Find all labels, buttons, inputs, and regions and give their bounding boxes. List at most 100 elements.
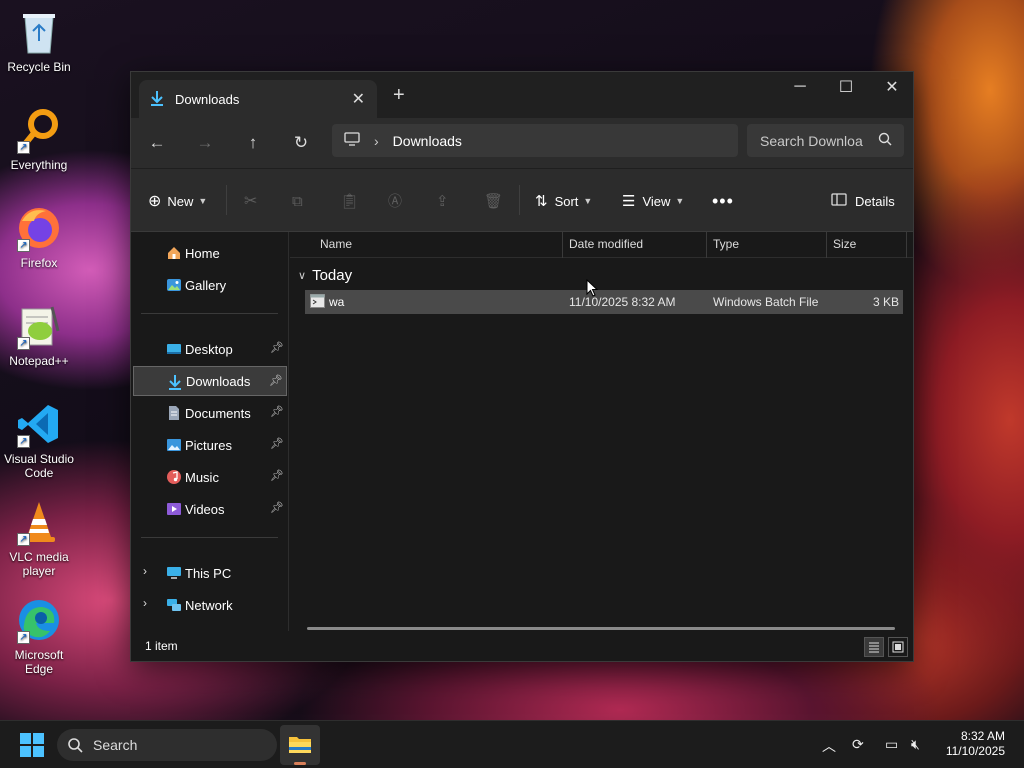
taskbar-search[interactable]: Search bbox=[57, 729, 277, 761]
copy-icon[interactable]: ⧉ bbox=[292, 189, 303, 213]
network-status-icon[interactable]: ▭ bbox=[885, 736, 898, 753]
desktop-icon bbox=[166, 341, 182, 357]
column-divider[interactable] bbox=[706, 232, 707, 258]
horizontal-scrollbar[interactable] bbox=[307, 627, 895, 630]
nav-item-network[interactable]: › Network bbox=[133, 590, 287, 620]
title-bar[interactable]: Downloads ✕ + ─ ☐ ✕ bbox=[131, 72, 913, 118]
sync-icon[interactable]: ⟳ bbox=[852, 736, 864, 753]
column-date-modified[interactable]: Date modified bbox=[569, 237, 643, 251]
new-tab-button[interactable]: + bbox=[393, 84, 405, 107]
pictures-icon bbox=[166, 437, 182, 453]
item-count: 1 item bbox=[145, 639, 178, 653]
paste-icon[interactable]: 📋︎ bbox=[340, 189, 359, 213]
windows-start-icon[interactable] bbox=[20, 733, 44, 760]
pin-icon[interactable]: 📌︎ bbox=[270, 405, 284, 418]
nav-item-music[interactable]: Music 📌︎ bbox=[133, 462, 287, 492]
desktop-shortcut-vscode[interactable]: ↗ Visual Studio Code bbox=[0, 400, 78, 480]
nav-item-label: This PC bbox=[185, 565, 232, 581]
nav-item-gallery[interactable]: Gallery bbox=[133, 270, 287, 300]
edge-icon: ↗ bbox=[15, 596, 63, 644]
home-icon bbox=[166, 245, 182, 261]
cut-icon[interactable]: ✂ bbox=[244, 189, 257, 213]
sort-icon: ⇅ bbox=[535, 193, 548, 210]
delete-icon[interactable]: 🗑︎ bbox=[484, 189, 503, 213]
details-button[interactable]: Details bbox=[831, 189, 895, 213]
address-bar[interactable]: › Downloads bbox=[332, 124, 738, 157]
pin-icon[interactable]: 📌︎ bbox=[270, 501, 284, 514]
command-bar: ⊕ New ▼ ✂ ⧉ 📋︎ Ⓐ ⇪ 🗑︎ ⇅ Sort ▼ ☰ View ▼ … bbox=[131, 168, 913, 232]
status-bar: 1 item bbox=[131, 631, 913, 661]
desktop-shortcut-everything[interactable]: ↗ Everything bbox=[0, 106, 78, 172]
rename-icon[interactable]: Ⓐ bbox=[388, 189, 402, 213]
up-button[interactable]: ↑ bbox=[239, 130, 267, 156]
desktop-shortcut-vlc[interactable]: ↗ VLC media player bbox=[0, 498, 78, 578]
gallery-icon bbox=[166, 277, 182, 293]
vscode-icon: ↗ bbox=[15, 400, 63, 448]
more-options-icon[interactable]: ••• bbox=[712, 189, 734, 213]
nav-item-downloads[interactable]: Downloads 📌︎ bbox=[133, 366, 287, 396]
minimize-button[interactable]: ─ bbox=[777, 72, 823, 102]
pin-icon[interactable]: 📌︎ bbox=[270, 341, 284, 354]
view-button[interactable]: ☰ View ▼ bbox=[622, 189, 684, 213]
column-divider[interactable] bbox=[826, 232, 827, 258]
nav-item-desktop[interactable]: Desktop 📌︎ bbox=[133, 334, 287, 364]
sort-button[interactable]: ⇅ Sort ▼ bbox=[535, 189, 592, 213]
file-row[interactable]: wa 11/10/2025 8:32 AM Windows Batch File… bbox=[305, 290, 903, 314]
group-header-today[interactable]: ∨ Today bbox=[298, 267, 352, 284]
file-name: wa bbox=[329, 295, 345, 309]
chevron-right-icon[interactable]: › bbox=[143, 596, 147, 610]
maximize-button[interactable]: ☐ bbox=[823, 72, 869, 102]
column-divider[interactable] bbox=[562, 232, 563, 258]
desktop-icon-label: Recycle Bin bbox=[7, 60, 71, 74]
column-name[interactable]: Name bbox=[320, 237, 352, 251]
nav-item-this-pc[interactable]: › This PC bbox=[133, 558, 287, 588]
nav-item-documents[interactable]: Documents 📌︎ bbox=[133, 398, 287, 428]
active-indicator bbox=[294, 762, 306, 765]
file-size: 3 KB bbox=[872, 295, 899, 309]
new-button[interactable]: ⊕ New ▼ bbox=[148, 189, 207, 213]
desktop-shortcut-notepad-plus-plus[interactable]: ↗ Notepad++ bbox=[0, 302, 78, 368]
refresh-button[interactable]: ↻ bbox=[287, 130, 315, 156]
divider bbox=[519, 185, 520, 215]
column-divider[interactable] bbox=[906, 232, 907, 258]
speaker-muted-icon[interactable]: 🔇︎ bbox=[911, 736, 920, 753]
desktop-shortcut-edge[interactable]: ↗ Microsoft Edge bbox=[0, 596, 78, 676]
nav-item-home[interactable]: Home bbox=[133, 238, 287, 268]
column-header-row: Name Date modified Type Size bbox=[290, 232, 913, 258]
clock[interactable]: 8:32 AM 11/10/2025 bbox=[946, 729, 1005, 759]
nav-item-videos[interactable]: Videos 📌︎ bbox=[133, 494, 287, 524]
view-label: View bbox=[642, 193, 671, 209]
chevron-right-icon[interactable]: › bbox=[143, 564, 147, 578]
column-type[interactable]: Type bbox=[713, 237, 739, 251]
pin-icon[interactable]: 📌︎ bbox=[270, 469, 284, 482]
chevron-up-icon[interactable]: ︿ bbox=[822, 736, 836, 756]
close-window-button[interactable]: ✕ bbox=[869, 72, 915, 102]
nav-item-pictures[interactable]: Pictures 📌︎ bbox=[133, 430, 287, 460]
close-tab-icon[interactable]: ✕ bbox=[352, 89, 365, 109]
sort-label: Sort bbox=[554, 193, 579, 209]
desktop-icon-label: VLC media player bbox=[9, 550, 69, 578]
search-input[interactable]: Search Downloa bbox=[747, 124, 904, 157]
share-icon[interactable]: ⇪ bbox=[436, 189, 449, 213]
divider bbox=[141, 313, 278, 314]
notepad-plus-plus-icon: ↗ bbox=[15, 302, 63, 350]
folder-icon bbox=[288, 734, 312, 757]
tab-downloads[interactable]: Downloads ✕ bbox=[139, 80, 377, 118]
pin-icon[interactable]: 📌︎ bbox=[269, 374, 283, 387]
search-icon bbox=[878, 132, 892, 149]
taskbar-file-explorer[interactable] bbox=[280, 725, 320, 765]
shortcut-arrow-icon: ↗ bbox=[17, 239, 30, 252]
breadcrumb-downloads[interactable]: Downloads bbox=[393, 133, 462, 149]
chevron-down-icon: ∨ bbox=[298, 270, 307, 282]
forward-button[interactable]: → bbox=[191, 130, 219, 156]
firefox-icon: ↗ bbox=[15, 204, 63, 252]
everything-icon: ↗ bbox=[15, 106, 63, 154]
details-view-button[interactable] bbox=[864, 637, 884, 657]
back-button[interactable]: ← bbox=[143, 130, 171, 156]
pin-icon[interactable]: 📌︎ bbox=[270, 437, 284, 450]
tiles-view-button[interactable] bbox=[888, 637, 908, 657]
desktop-shortcut-recycle-bin[interactable]: Recycle Bin bbox=[0, 8, 78, 74]
column-size[interactable]: Size bbox=[833, 237, 856, 251]
nav-item-label: Downloads bbox=[186, 373, 251, 389]
desktop-shortcut-firefox[interactable]: ↗ Firefox bbox=[0, 204, 78, 270]
